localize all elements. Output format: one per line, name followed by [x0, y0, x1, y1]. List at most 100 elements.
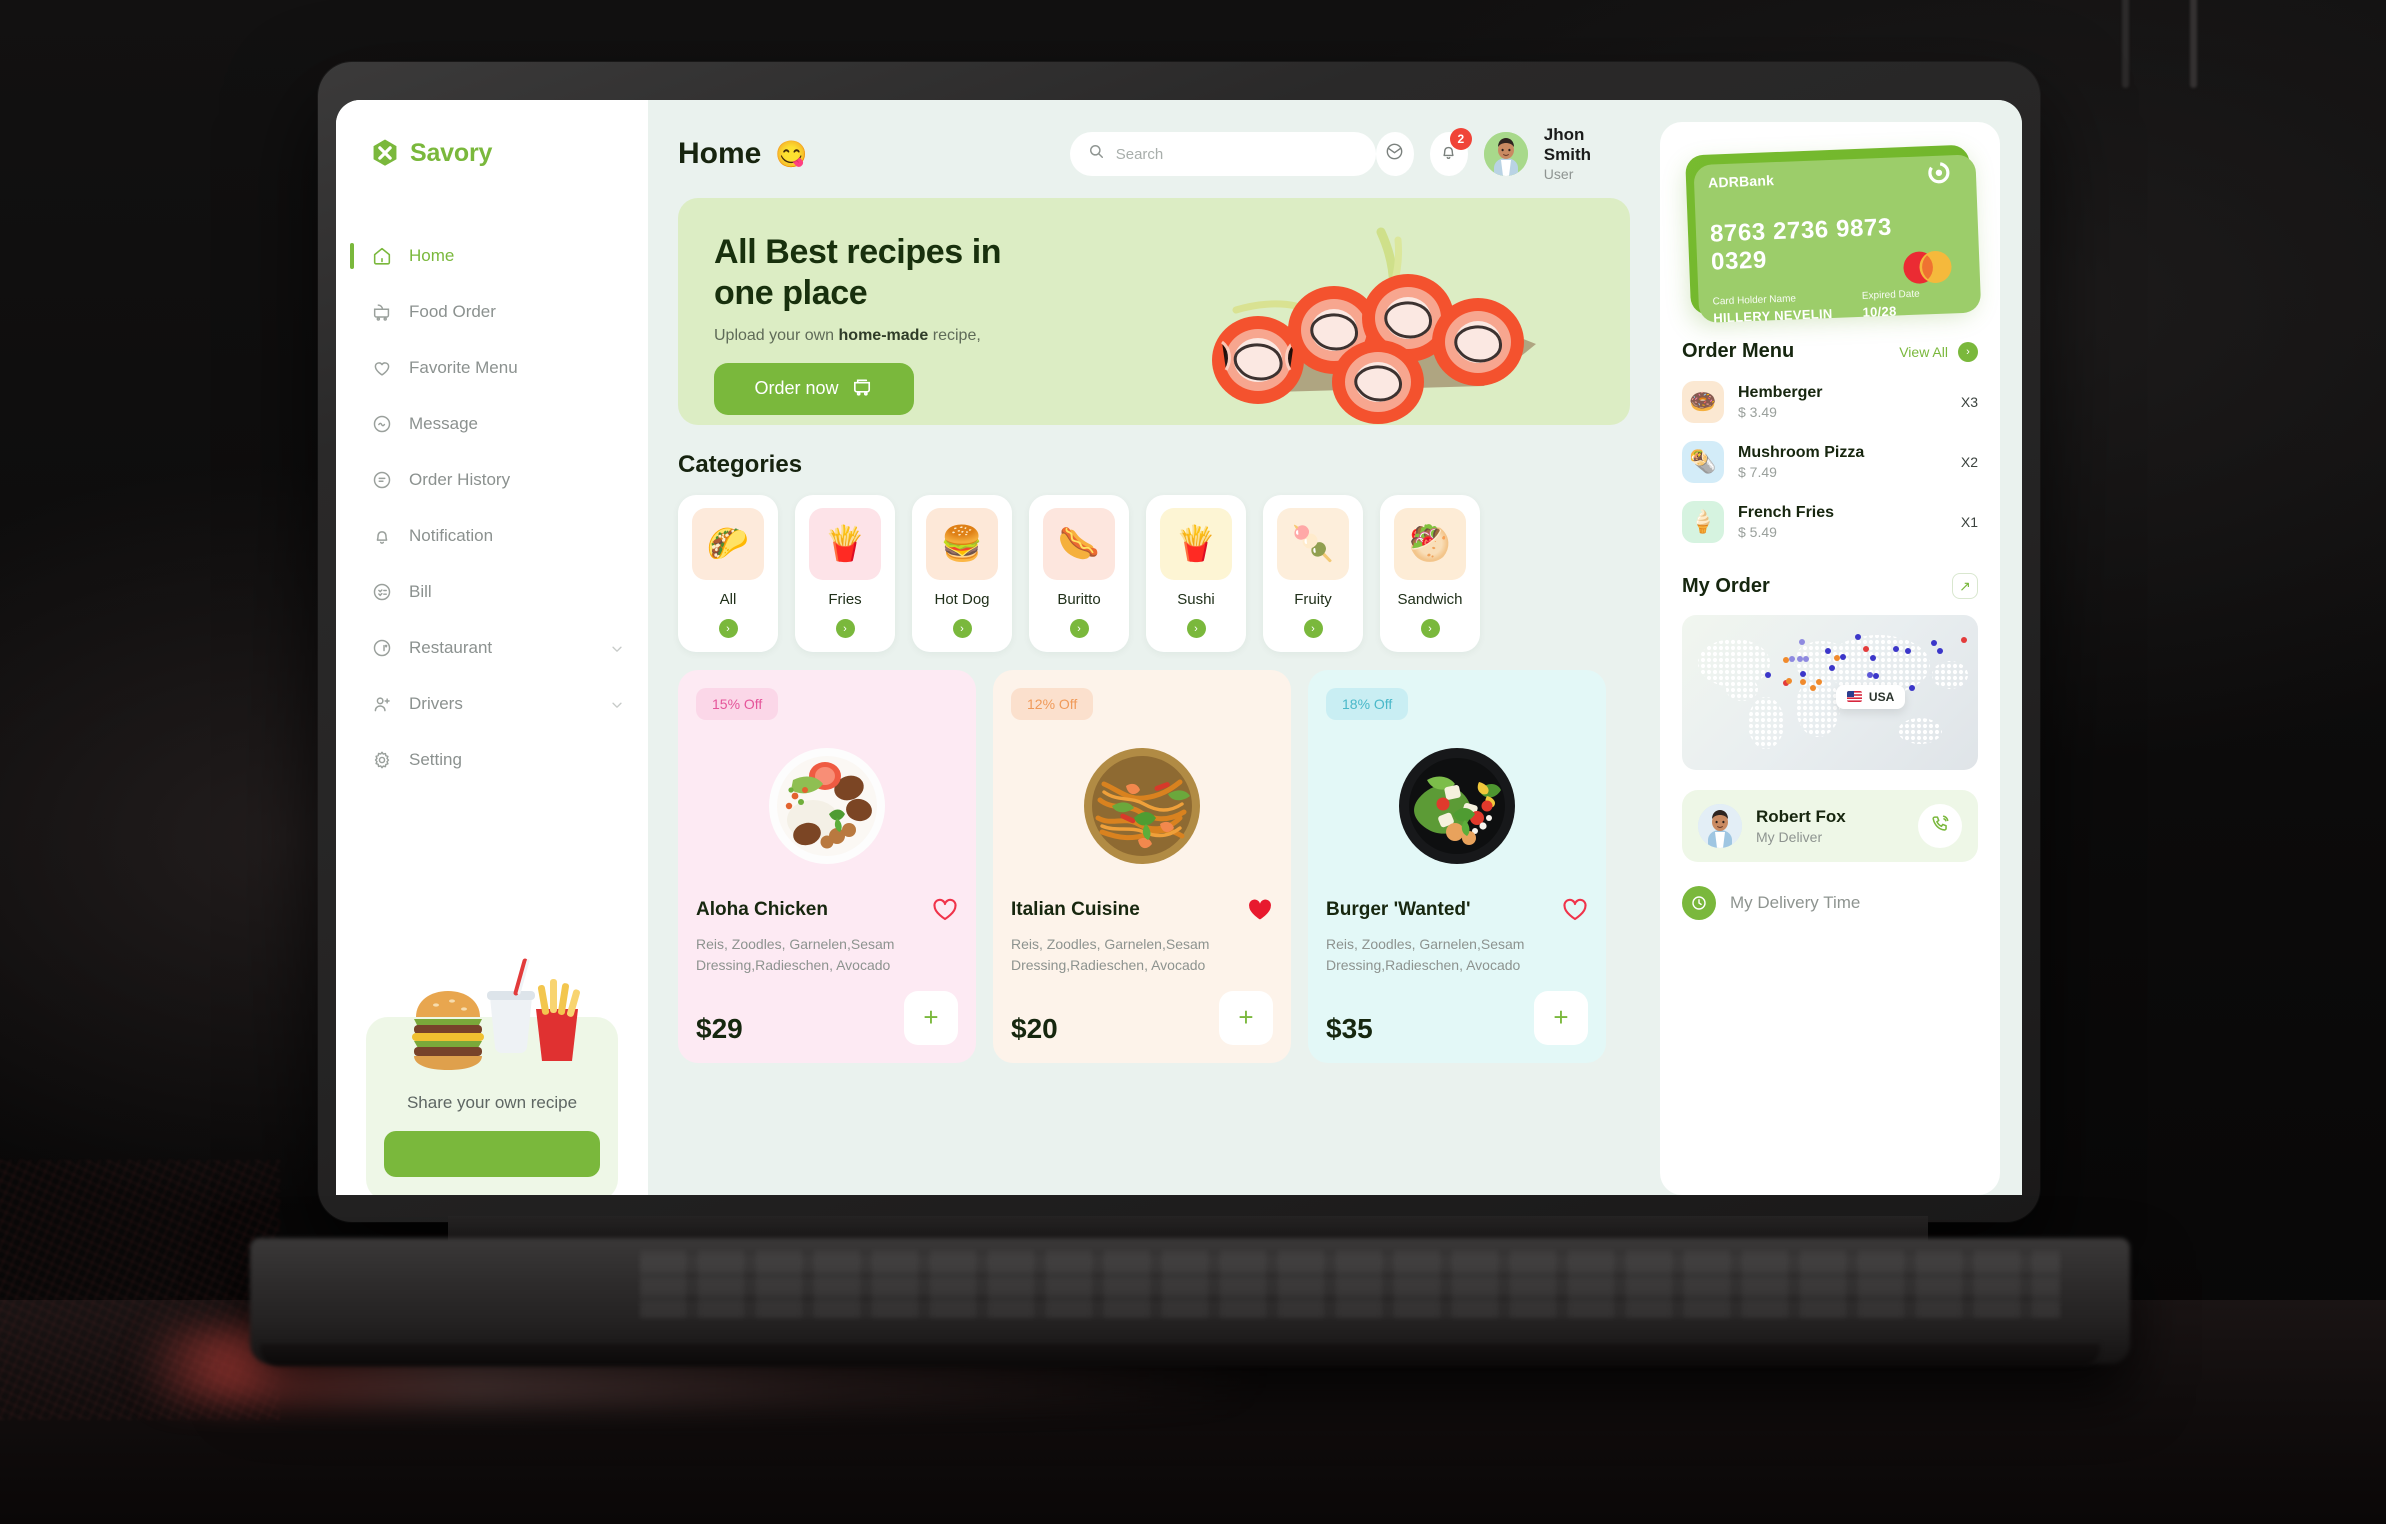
- category-card[interactable]: 🍟 Fries ›: [795, 495, 895, 652]
- search-input[interactable]: [1115, 145, 1358, 163]
- user-info[interactable]: Jhon Smith User: [1544, 125, 1624, 184]
- category-card[interactable]: 🌮 All ›: [678, 495, 778, 652]
- order-menu-header: Order Menu View All ›: [1682, 340, 1978, 363]
- brand-name: Savory: [410, 138, 493, 167]
- order-item-qty: X2: [1960, 454, 1978, 470]
- food-card-header: Burger 'Wanted': [1326, 898, 1588, 922]
- order-item-name: French Fries: [1738, 504, 1835, 521]
- bell-icon: [370, 525, 393, 548]
- category-emoji: 🌮: [692, 508, 764, 580]
- salad-bowl-image: [1383, 732, 1531, 880]
- add-to-cart-button[interactable]: +: [1534, 990, 1588, 1045]
- sidebar-item-home[interactable]: Home: [336, 230, 648, 282]
- promo-button[interactable]: [384, 1131, 600, 1177]
- order-menu-title: Order Menu: [1682, 340, 1795, 362]
- order-item-emoji: 🍦: [1682, 501, 1724, 543]
- favorite-heart-icon[interactable]: [932, 898, 958, 922]
- call-button[interactable]: [1918, 804, 1962, 848]
- sidebar-item-label: Food Order: [409, 302, 496, 321]
- food-name: Aloha Chicken: [696, 899, 828, 920]
- mail-button[interactable]: [1375, 132, 1414, 176]
- topbar: Home 😋 Search 2 Jhon Smith User: [678, 125, 1630, 184]
- sidebar-item-order-history[interactable]: Order History: [336, 454, 648, 506]
- food-card-footer: $35 +: [1326, 990, 1588, 1045]
- sidebar-item-drivers[interactable]: Drivers: [336, 678, 648, 730]
- right-panel: ADRBank 8763 2736 9873 0329 Card Holder …: [1660, 122, 2000, 1195]
- chevron-down-icon[interactable]: [610, 641, 624, 655]
- contactless-icon: [1927, 161, 1950, 184]
- avatar[interactable]: [1483, 132, 1528, 176]
- category-card[interactable]: 🍟 Sushi ›: [1146, 495, 1246, 652]
- background-cables: [2060, 0, 2380, 100]
- food-card[interactable]: 12% Off Italian Cuisine Reis, Zoodles, G…: [993, 670, 1291, 1063]
- mail-icon: [1384, 141, 1405, 167]
- category-card[interactable]: 🍔 Hot Dog ›: [912, 495, 1012, 652]
- food-card-footer: $29 +: [696, 990, 958, 1045]
- sidebar-item-message[interactable]: Message: [336, 398, 648, 450]
- heart-icon: [370, 357, 393, 380]
- chevron-right-icon[interactable]: ›: [1958, 341, 1978, 362]
- chevron-right-icon[interactable]: ›: [835, 619, 855, 638]
- sidebar-item-favorite-menu[interactable]: Favorite Menu: [336, 342, 648, 394]
- search-box[interactable]: [1069, 132, 1376, 176]
- food-card[interactable]: 15% Off Aloha Chicken Reis, Zoodles, Gar…: [678, 670, 976, 1063]
- category-card[interactable]: 🍡 Fruity ›: [1263, 495, 1363, 652]
- sidebar-item-restaurant[interactable]: Restaurant: [336, 622, 648, 674]
- sidebar-item-bill[interactable]: Bill: [336, 566, 648, 618]
- order-item-text: Hemberger $ 3.49: [1738, 384, 1822, 420]
- hero-title: All Best recipes in one place: [714, 233, 1002, 313]
- sidebar-item-notification[interactable]: Notification: [336, 510, 648, 562]
- user-name: Jhon Smith: [1543, 124, 1592, 165]
- sidebar-item-label: Favorite Menu: [409, 358, 518, 377]
- favorite-heart-icon[interactable]: [1247, 898, 1273, 922]
- sidebar-item-setting[interactable]: Setting: [336, 734, 648, 786]
- categories-row: 🌮 All › 🍟 Fries › 🍔 Hot Dog › 🌭 Buritto: [678, 495, 1630, 652]
- favorite-heart-icon[interactable]: [1562, 898, 1588, 922]
- arrow-up-right-icon[interactable]: ↗: [1952, 573, 1978, 599]
- category-card[interactable]: 🥙 Sandwich ›: [1380, 495, 1480, 652]
- brand-logo[interactable]: Savory: [336, 130, 648, 168]
- food-card[interactable]: 18% Off Burger 'Wanted' Reis, Zoodles, G…: [1308, 670, 1606, 1063]
- notification-button[interactable]: 2: [1429, 128, 1472, 176]
- add-to-cart-button[interactable]: +: [904, 990, 958, 1045]
- order-item-name: Hemberger: [1738, 384, 1823, 401]
- category-emoji: 🌭: [1043, 508, 1115, 580]
- bill-icon: [370, 581, 393, 604]
- delivery-person-card[interactable]: Robert Fox My Deliver: [1682, 790, 1978, 862]
- chevron-right-icon[interactable]: ›: [1303, 619, 1323, 638]
- order-menu-item[interactable]: 🍦 French Fries $ 5.49 X1: [1682, 501, 1978, 543]
- chevron-right-icon[interactable]: ›: [1069, 619, 1089, 638]
- content-column: Home 😋 Search 2 Jhon Smith User All Best…: [648, 100, 1656, 1195]
- sushi-salmon-rolls-image: [1166, 214, 1586, 424]
- order-now-button[interactable]: Order now: [714, 362, 914, 415]
- laptop-front-lip: [260, 1344, 2100, 1366]
- chevron-right-icon[interactable]: ›: [1186, 619, 1206, 638]
- category-card[interactable]: 🌭 Buritto ›: [1029, 495, 1129, 652]
- main-area: Home 😋 Search 2 Jhon Smith User All Best…: [648, 100, 2022, 1195]
- order-menu-item[interactable]: 🌯 Mushroom Pizza $ 7.49 X2: [1682, 441, 1978, 483]
- category-label: Fruity: [1294, 591, 1332, 608]
- add-to-cart-button[interactable]: +: [1219, 990, 1273, 1045]
- sidebar-nav: Home Food Order Favorite Menu Message Or…: [336, 230, 648, 786]
- discount-badge: 18% Off: [1326, 688, 1409, 720]
- view-all-link[interactable]: View All: [1899, 344, 1948, 360]
- food-price: $20: [1011, 1012, 1058, 1044]
- page-title: Home: [678, 137, 762, 170]
- chevron-right-icon[interactable]: ›: [718, 619, 738, 638]
- share-recipe-promo[interactable]: Share your own recipe: [366, 958, 618, 1195]
- order-map[interactable]: USA: [1682, 615, 1978, 770]
- active-indicator: [350, 243, 354, 269]
- order-item-price: $ 3.49: [1738, 404, 1777, 420]
- sidebar-item-food-order[interactable]: Food Order: [336, 286, 648, 338]
- chevron-down-icon[interactable]: [610, 697, 624, 711]
- food-description: Reis, Zoodles, Garnelen,Sesam Dressing,R…: [696, 936, 895, 974]
- credit-card[interactable]: ADRBank 8763 2736 9873 0329 Card Holder …: [1685, 144, 1982, 326]
- my-order-title: My Order: [1682, 574, 1770, 597]
- delivery-time-row[interactable]: My Delivery Time: [1682, 886, 1978, 920]
- chevron-right-icon[interactable]: ›: [952, 619, 972, 638]
- order-menu-item[interactable]: 🍩 Hemberger $ 3.49 X3: [1682, 381, 1978, 423]
- delivery-avatar: [1698, 804, 1742, 848]
- sidebar-item-label: Message: [409, 414, 478, 433]
- chevron-right-icon[interactable]: ›: [1420, 619, 1440, 638]
- food-name: Burger 'Wanted': [1326, 899, 1471, 920]
